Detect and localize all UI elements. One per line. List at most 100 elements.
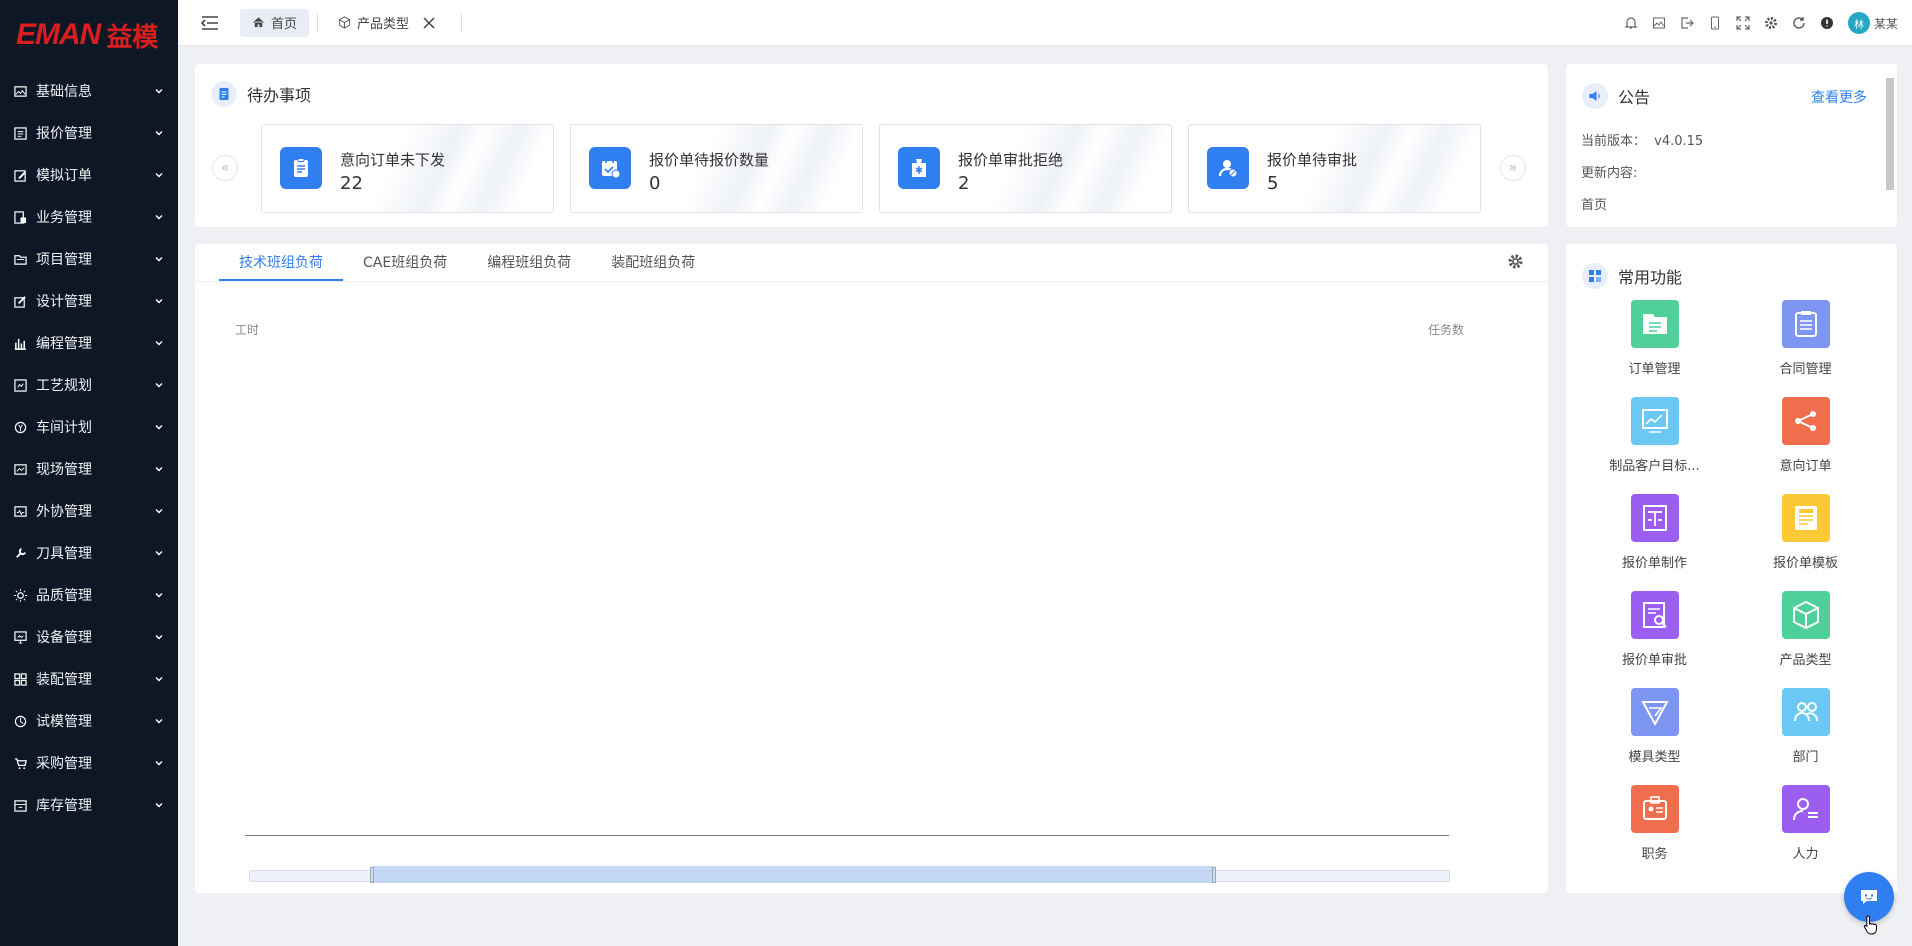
tab-divider — [461, 13, 463, 32]
function-item[interactable]: 产品类型 — [1730, 591, 1881, 688]
function-label: 意向订单 — [1779, 459, 1832, 474]
datazoom-handle-left[interactable] — [370, 867, 374, 883]
chevron-down-icon — [155, 173, 163, 178]
version-row: 当前版本： v4.0.15 — [1581, 130, 1703, 149]
clipboard-icon — [1781, 300, 1830, 348]
sidebar-item-label: 模拟订单 — [36, 168, 92, 184]
datazoom-window[interactable] — [372, 866, 1214, 883]
function-item[interactable]: 模具类型 — [1579, 688, 1730, 785]
function-item[interactable]: 报价单制作 — [1579, 494, 1730, 591]
function-label: 人力 — [1792, 847, 1819, 862]
sidebar-item[interactable]: 编程管理 — [0, 322, 178, 364]
tab-load-1[interactable]: CAE班组负荷 — [343, 244, 467, 281]
doc-search-icon — [1630, 591, 1679, 639]
function-item[interactable]: 制品客户目标... — [1579, 397, 1730, 494]
sidebar: EMAN 益模 基础信息报价管理模拟订单业务管理 项目管理 设计管理 编程管理 工艺规划… — [0, 0, 178, 946]
sidebar-item[interactable]: 工艺规划 — [0, 364, 178, 406]
sidebar-item-label: 车间计划 — [36, 420, 92, 436]
function-item[interactable]: 人力 — [1730, 785, 1881, 882]
todo-stat-card[interactable]: 报价单待报价数量 0 — [570, 124, 863, 213]
close-icon[interactable] — [423, 16, 435, 29]
function-item[interactable]: 部门 — [1730, 688, 1881, 785]
tab-product-type[interactable]: 产品类型 — [326, 9, 453, 37]
cart-icon — [13, 756, 27, 770]
gear-icon[interactable] — [1507, 253, 1524, 270]
datazoom-handle-right[interactable] — [1212, 867, 1216, 883]
settings-icon[interactable] — [1764, 16, 1779, 31]
sidebar-item[interactable]: 品质管理 — [0, 574, 178, 616]
sidebar-item[interactable]: 报价管理 — [0, 112, 178, 154]
todo-stat-card[interactable]: 报价单待审批 5 — [1188, 124, 1481, 213]
function-item[interactable]: 报价单模板 — [1730, 494, 1881, 591]
speaker-icon — [1582, 83, 1608, 109]
view-more-link[interactable]: 查看更多 — [1811, 87, 1867, 107]
logo: EMAN 益模 — [0, 0, 178, 70]
sidebar-item[interactable]: 外协管理 — [0, 490, 178, 532]
sidebar-item-label: 报价管理 — [36, 126, 92, 142]
sidebar-menu: 基础信息报价管理模拟订单业务管理 项目管理 设计管理 编程管理 工艺规划车间计划现场管理… — [0, 70, 178, 826]
datazoom-slider[interactable] — [249, 866, 1450, 883]
sidebar-item[interactable]: 车间计划 — [0, 406, 178, 448]
tab-home[interactable]: 首页 — [240, 8, 310, 37]
function-label: 模具类型 — [1628, 750, 1681, 765]
bell-icon[interactable] — [1624, 16, 1639, 31]
logout-icon[interactable] — [1680, 16, 1695, 31]
home-icon — [252, 17, 265, 28]
todo-stat-value: 22 — [340, 173, 363, 194]
function-item[interactable]: 订单管理 — [1579, 300, 1730, 397]
chat-icon — [1861, 890, 1877, 904]
menu-toggle-icon[interactable] — [200, 13, 220, 33]
todo-stat-value: 2 — [958, 173, 970, 194]
sidebar-item[interactable]: 装配管理 — [0, 658, 178, 700]
refresh-icon[interactable] — [1792, 16, 1807, 31]
chevron-down-icon — [155, 803, 163, 808]
sidebar-item[interactable]: 库存管理 — [0, 784, 178, 826]
cube-icon — [1781, 591, 1830, 639]
tab-load-0[interactable]: 技术班组负荷 — [219, 244, 343, 281]
mobile-icon[interactable] — [1708, 16, 1723, 31]
function-label: 合同管理 — [1779, 362, 1832, 377]
sidebar-item-label: 设备管理 — [36, 630, 92, 646]
image-icon[interactable] — [1652, 16, 1667, 31]
functions-grid: 订单管理 合同管理制品客户目标... 意向订单报价单制作 报价单模板 报价单审批 产品类型… — [1566, 300, 1897, 882]
sidebar-item[interactable]: 刀具管理 — [0, 532, 178, 574]
tab-home-label: 首页 — [271, 17, 298, 32]
next-arrow-button[interactable]: » — [1500, 155, 1526, 181]
sidebar-item-label: 品质管理 — [36, 588, 92, 604]
function-item[interactable]: 职务 — [1579, 785, 1730, 882]
notice-scrollbar[interactable] — [1885, 78, 1895, 214]
todo-stat-card[interactable]: 意向订单未下发 22 — [261, 124, 554, 213]
sidebar-item-label: 装配管理 — [36, 672, 92, 688]
chevron-down-icon — [155, 341, 163, 346]
user-name: 某某 — [1873, 16, 1898, 31]
todo-stat-card[interactable]: 报价单审批拒绝 2 — [879, 124, 1172, 213]
sidebar-item[interactable]: 设备管理 — [0, 616, 178, 658]
function-item[interactable]: 合同管理 — [1730, 300, 1881, 397]
update-label: 更新内容: — [1581, 166, 1638, 181]
user-menu[interactable]: 林 某某 — [1847, 12, 1898, 34]
sidebar-item[interactable]: 现场管理 — [0, 448, 178, 490]
sidebar-item[interactable]: 试模管理 — [0, 700, 178, 742]
function-item[interactable]: 意向订单 — [1730, 397, 1881, 494]
sidebar-item[interactable]: 项目管理 — [0, 238, 178, 280]
topbar: 首页 产品类型 林 某某 — [178, 0, 1912, 46]
scrollbar-thumb[interactable] — [1886, 78, 1894, 190]
todo-title-text: 待办事项 — [247, 86, 312, 105]
sidebar-item[interactable]: 基础信息 — [0, 70, 178, 112]
function-label: 产品类型 — [1779, 653, 1832, 668]
sidebar-item[interactable]: 采购管理 — [0, 742, 178, 784]
sidebar-item[interactable]: 模拟订单 — [0, 154, 178, 196]
alert-icon[interactable] — [1820, 16, 1835, 31]
avatar: 林 — [1847, 12, 1870, 34]
fullscreen-icon[interactable] — [1736, 16, 1751, 31]
screen-icon — [13, 630, 27, 644]
version-label: 当前版本： — [1581, 134, 1647, 149]
function-item[interactable]: 报价单审批 — [1579, 591, 1730, 688]
tab-load-2[interactable]: 编程班组负荷 — [467, 244, 591, 281]
function-label: 订单管理 — [1628, 362, 1681, 377]
sidebar-item[interactable]: 设计管理 — [0, 280, 178, 322]
tab-load-3[interactable]: 装配班组负荷 — [591, 244, 715, 281]
sidebar-item[interactable]: 业务管理 — [0, 196, 178, 238]
text-doc-icon — [1630, 494, 1679, 542]
prev-arrow-button[interactable]: « — [212, 155, 238, 181]
